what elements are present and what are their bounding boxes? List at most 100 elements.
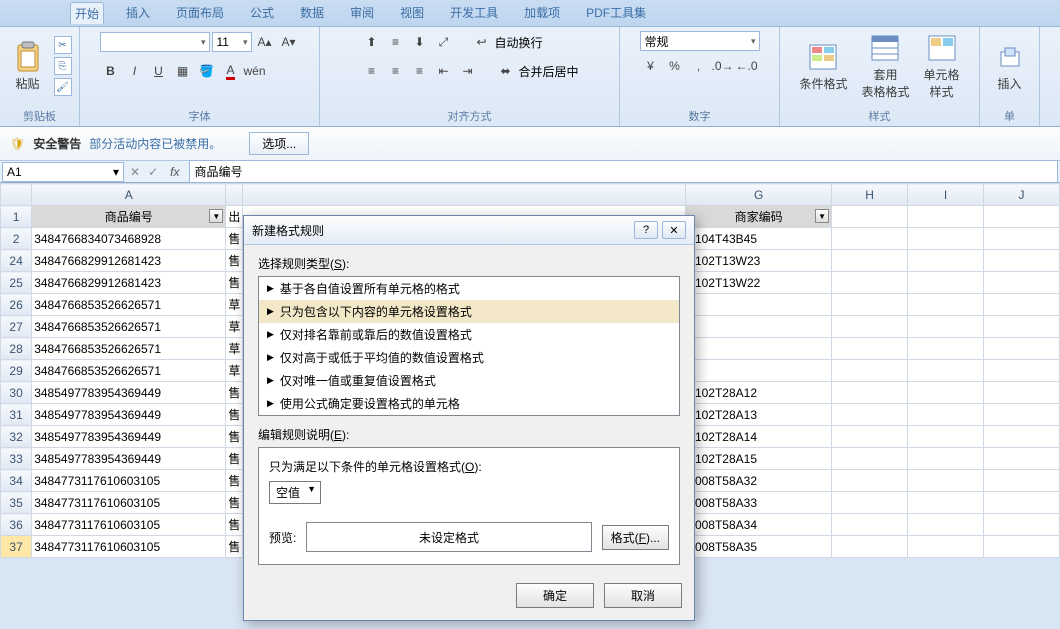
cell[interactable] (908, 382, 984, 404)
cell[interactable]: 3484766853526626571 (32, 338, 226, 360)
align-middle-button[interactable]: ≡ (384, 31, 406, 53)
cell[interactable] (686, 338, 832, 360)
tab-data[interactable]: 数据 (296, 2, 328, 24)
tab-layout[interactable]: 页面布局 (172, 2, 228, 24)
align-center-button[interactable]: ≡ (384, 60, 406, 82)
phonetic-button[interactable]: wén (244, 60, 266, 82)
cell[interactable]: 3484773117610603105 (32, 470, 226, 492)
cell[interactable]: 商家编码▼ (686, 206, 832, 228)
cell[interactable]: 售 (226, 492, 243, 514)
border-button[interactable]: ▦ (172, 60, 194, 82)
row-header[interactable]: 1 (1, 206, 32, 228)
rule-type-item[interactable]: ▶基于各自值设置所有单元格的格式 (259, 277, 679, 300)
cell[interactable]: 2008T58A33 (686, 492, 832, 514)
format-table-button[interactable]: 套用 表格格式 (857, 30, 913, 102)
rule-type-list[interactable]: ▶基于各自值设置所有单元格的格式▶只为包含以下内容的单元格设置格式▶仅对排名靠前… (258, 276, 680, 416)
row-header[interactable]: 33 (1, 448, 32, 470)
cell[interactable]: 售 (226, 426, 243, 448)
underline-button[interactable]: U (148, 60, 170, 82)
align-top-button[interactable]: ⬆ (360, 31, 382, 53)
align-left-button[interactable]: ≡ (360, 60, 382, 82)
font-name-combo[interactable] (100, 32, 210, 52)
rule-type-item[interactable]: ▶仅对唯一值或重复值设置格式 (259, 369, 679, 392)
col-header-H[interactable]: H (832, 184, 908, 206)
row-header[interactable]: 34 (1, 470, 32, 492)
wrap-text-button[interactable]: ↩ (470, 31, 492, 53)
cell[interactable] (983, 514, 1059, 536)
cell[interactable] (983, 360, 1059, 382)
cell[interactable]: 商品编号▼ (32, 206, 226, 228)
dialog-close-button[interactable]: ✕ (662, 221, 686, 239)
dialog-help-button[interactable]: ? (634, 221, 658, 239)
fx-icon[interactable]: fx (162, 165, 187, 179)
fill-color-button[interactable]: 🪣 (196, 60, 218, 82)
rule-type-item[interactable]: ▶只为包含以下内容的单元格设置格式 (259, 300, 679, 323)
cell[interactable] (908, 338, 984, 360)
dec-decimal-button[interactable]: ←.0 (736, 55, 758, 77)
cell[interactable] (908, 448, 984, 470)
cell[interactable]: 3484773117610603105 (32, 514, 226, 536)
cell[interactable]: 2008T58A32 (686, 470, 832, 492)
cell[interactable]: 草 (226, 294, 243, 316)
cell[interactable] (832, 360, 908, 382)
cell[interactable]: 售 (226, 514, 243, 536)
cell[interactable]: 草 (226, 360, 243, 382)
cell[interactable] (832, 404, 908, 426)
indent-inc-button[interactable]: ⇥ (456, 60, 478, 82)
tab-insert[interactable]: 插入 (122, 2, 154, 24)
font-size-combo[interactable]: 11 (212, 32, 252, 52)
cell[interactable]: 3484766829912681423 (32, 272, 226, 294)
cell[interactable]: 3484773117610603105 (32, 536, 226, 558)
tab-dev[interactable]: 开发工具 (446, 2, 502, 24)
cell[interactable]: 2102T13W22 (686, 272, 832, 294)
cell[interactable]: 3484766834073468928 (32, 228, 226, 250)
cell[interactable] (832, 470, 908, 492)
orientation-button[interactable]: ⤢ (432, 31, 454, 53)
cell[interactable]: 出 (226, 206, 243, 228)
format-button[interactable]: 格式(F)... (602, 525, 669, 550)
cell[interactable] (908, 272, 984, 294)
cell[interactable] (908, 316, 984, 338)
col-header-G[interactable]: G (686, 184, 832, 206)
cell[interactable] (983, 316, 1059, 338)
cell[interactable] (983, 294, 1059, 316)
row-header[interactable]: 37 (1, 536, 32, 558)
cell[interactable] (832, 294, 908, 316)
tab-formula[interactable]: 公式 (246, 2, 278, 24)
cell[interactable] (832, 382, 908, 404)
cell[interactable] (983, 470, 1059, 492)
align-right-button[interactable]: ≡ (408, 60, 430, 82)
tab-pdf[interactable]: PDF工具集 (582, 2, 650, 24)
cell[interactable]: 2102T28A15 (686, 448, 832, 470)
cell[interactable]: 3484766853526626571 (32, 360, 226, 382)
font-color-button[interactable]: A (220, 60, 242, 82)
row-header[interactable]: 26 (1, 294, 32, 316)
formula-input[interactable]: 商品编号 (189, 160, 1058, 183)
col-header-gap[interactable] (226, 184, 243, 206)
cell[interactable] (983, 206, 1059, 228)
cell[interactable] (983, 536, 1059, 558)
cell[interactable] (832, 316, 908, 338)
cell[interactable] (832, 250, 908, 272)
security-options-button[interactable]: 选项... (249, 132, 309, 155)
cell[interactable] (908, 360, 984, 382)
cell[interactable]: 3484766853526626571 (32, 316, 226, 338)
paste-button[interactable]: 粘贴 (8, 39, 48, 94)
fx-accept-icon[interactable]: ✓ (144, 165, 162, 179)
rule-type-item[interactable]: ▶仅对排名靠前或靠后的数值设置格式 (259, 323, 679, 346)
indent-dec-button[interactable]: ⇤ (432, 60, 454, 82)
cell[interactable] (686, 294, 832, 316)
cell[interactable] (983, 492, 1059, 514)
cell[interactable]: 售 (226, 404, 243, 426)
merge-button[interactable]: ⬌ (494, 60, 516, 82)
conditional-format-button[interactable]: 条件格式 (795, 39, 851, 94)
cell[interactable]: 2102T28A12 (686, 382, 832, 404)
row-header[interactable]: 25 (1, 272, 32, 294)
cell[interactable] (908, 294, 984, 316)
cell[interactable]: 3485497783954369449 (32, 426, 226, 448)
cell[interactable] (983, 448, 1059, 470)
ok-button[interactable]: 确定 (516, 583, 594, 608)
cell[interactable] (908, 250, 984, 272)
select-all-corner[interactable] (1, 184, 32, 206)
cell[interactable]: 售 (226, 536, 243, 558)
